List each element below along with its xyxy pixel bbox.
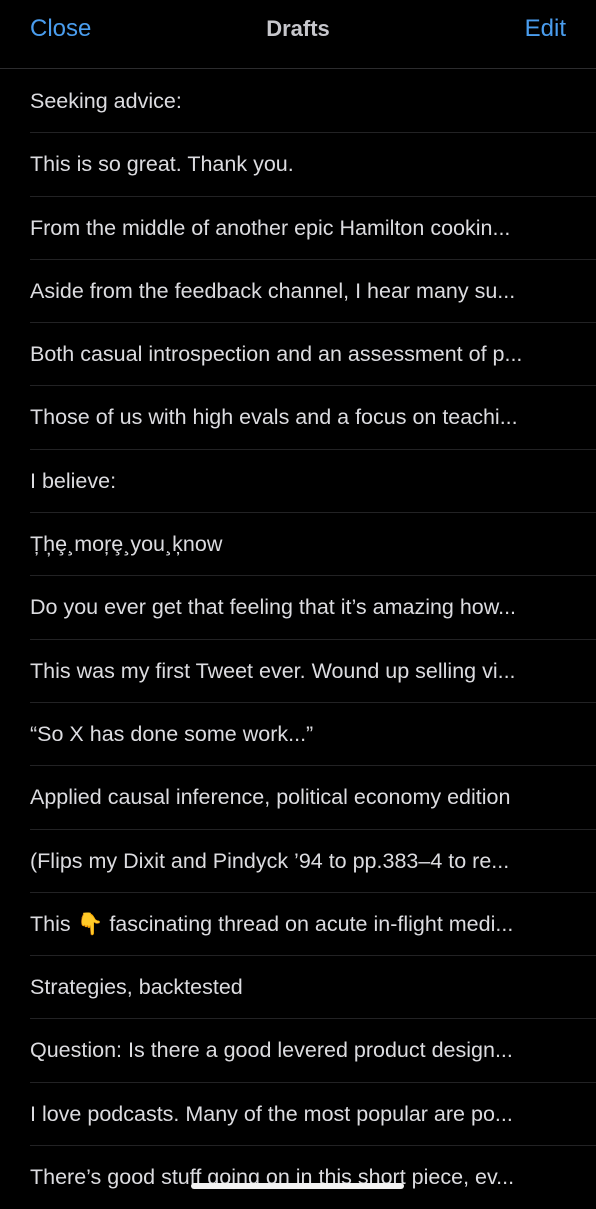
draft-row[interactable]: I believe:: [0, 450, 596, 514]
draft-row[interactable]: Seeking advice:: [0, 70, 596, 134]
draft-row[interactable]: I love podcasts. Many of the most popula…: [0, 1083, 596, 1147]
edit-button[interactable]: Edit: [525, 14, 566, 44]
draft-row[interactable]: (Flips my Dixit and Pindyck ’94 to pp.38…: [0, 830, 596, 893]
page-title: Drafts: [266, 16, 330, 41]
draft-row[interactable]: Țh̦ȩ¸moŗȩ¸you¸ķnow: [0, 513, 596, 577]
draft-row[interactable]: This 👇 fascinating thread on acute in-fl…: [0, 893, 596, 957]
draft-row[interactable]: Strategies, backtested: [0, 956, 596, 1020]
home-indicator[interactable]: [191, 1183, 404, 1189]
draft-row[interactable]: Those of us with high evals and a focus …: [0, 386, 596, 450]
draft-row[interactable]: From the middle of another epic Hamilton…: [0, 197, 596, 260]
drafts-list: Seeking advice: This is so great. Thank …: [0, 70, 596, 1209]
draft-row[interactable]: Do you ever get that feeling that it’s a…: [0, 576, 596, 640]
draft-row[interactable]: “So X has done some work...”: [0, 703, 596, 767]
draft-row[interactable]: Both casual introspection and an assessm…: [0, 323, 596, 387]
draft-row[interactable]: Aside from the feedback channel, I hear …: [0, 260, 596, 324]
draft-row[interactable]: This is so great. Thank you.: [0, 133, 596, 197]
navigation-bar: Close Drafts Edit: [0, 0, 596, 69]
draft-row[interactable]: This was my first Tweet ever. Wound up s…: [0, 640, 596, 703]
draft-row[interactable]: Question: Is there a good levered produc…: [0, 1019, 596, 1083]
draft-row[interactable]: Applied causal inference, political econ…: [0, 766, 596, 830]
